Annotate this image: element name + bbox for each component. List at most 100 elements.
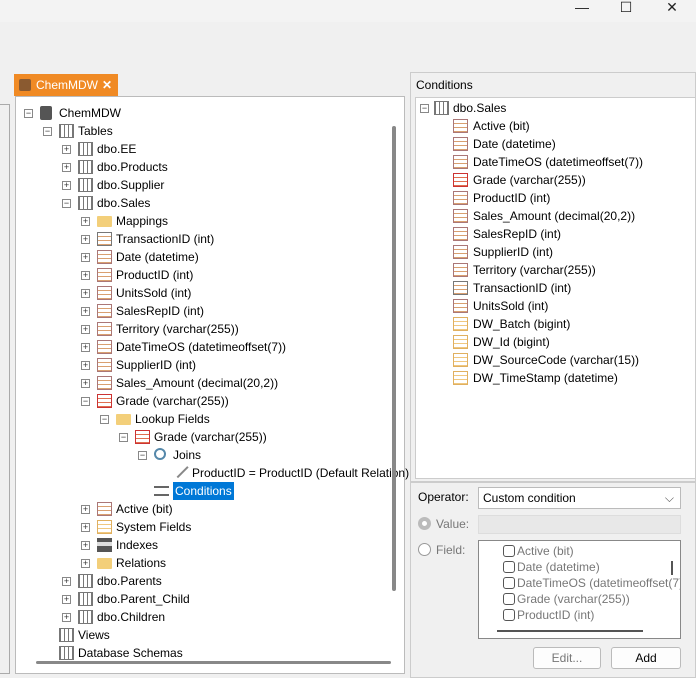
tree-item[interactable]: + dbo.Supplier xyxy=(16,176,404,194)
minimize-button[interactable]: — xyxy=(562,0,602,14)
expand-icon[interactable]: + xyxy=(81,343,90,352)
expand-icon[interactable]: + xyxy=(62,163,71,172)
tree-item[interactable]: − Grade (varchar(255)) xyxy=(16,428,404,446)
field-option[interactable]: Date (datetime) xyxy=(503,559,600,575)
expand-icon[interactable]: + xyxy=(81,289,90,298)
expand-icon[interactable]: + xyxy=(81,541,90,550)
collapse-icon[interactable]: − xyxy=(100,415,109,424)
tree-item[interactable]: Database Schemas xyxy=(16,644,404,662)
tree-item[interactable]: + SalesRepID (int) xyxy=(16,302,404,320)
checkbox[interactable] xyxy=(503,577,515,589)
expand-icon[interactable]: + xyxy=(81,307,90,316)
field-item[interactable]: UnitsSold (int) xyxy=(416,297,686,315)
tree-item[interactable]: − Joins xyxy=(16,446,404,464)
collapse-icon[interactable]: − xyxy=(138,451,147,460)
tree-item[interactable]: + dbo.Parent_Child xyxy=(16,590,404,608)
field-item[interactable]: DW_SourceCode (varchar(15)) xyxy=(416,351,686,369)
tree-item[interactable]: + SupplierID (int) xyxy=(16,356,404,374)
collapse-icon[interactable]: − xyxy=(62,199,71,208)
field-item[interactable]: Date (datetime) xyxy=(416,135,686,153)
field-option[interactable]: Grade (varchar(255)) xyxy=(503,591,630,607)
tree-item[interactable]: + dbo.Parents xyxy=(16,572,404,590)
field-item[interactable]: SalesRepID (int) xyxy=(416,225,686,243)
tab-chemmdw[interactable]: ChemMDW ✕ xyxy=(14,74,118,96)
tree-item[interactable]: + dbo.Children xyxy=(16,608,404,626)
tree-item[interactable]: − Grade (varchar(255)) xyxy=(16,392,404,410)
expand-icon[interactable]: + xyxy=(62,181,71,190)
field-option[interactable]: Active (bit) xyxy=(503,543,574,559)
tab-close-icon[interactable]: ✕ xyxy=(102,74,112,96)
expand-icon[interactable]: + xyxy=(62,577,71,586)
field-list[interactable]: Active (bit) Date (datetime) DateTimeOS (d… xyxy=(478,540,681,639)
expand-icon[interactable]: + xyxy=(81,379,90,388)
field-radio[interactable] xyxy=(418,543,431,556)
checkbox[interactable] xyxy=(503,545,515,557)
collapse-icon[interactable]: − xyxy=(81,397,90,406)
field-item[interactable]: Sales_Amount (decimal(20,2)) xyxy=(416,207,686,225)
expand-icon[interactable]: + xyxy=(81,325,90,334)
tree-item[interactable]: + Date (datetime) xyxy=(16,248,404,266)
collapse-icon[interactable]: − xyxy=(119,433,128,442)
tree-item[interactable]: + Mappings xyxy=(16,212,404,230)
expand-icon[interactable]: + xyxy=(81,523,90,532)
field-item[interactable]: Territory (varchar(255)) xyxy=(416,261,686,279)
tree-item-root[interactable]: − dbo.Sales xyxy=(416,99,686,117)
tree-item[interactable]: + System Fields xyxy=(16,518,404,536)
field-item[interactable]: Active (bit) xyxy=(416,117,686,135)
collapse-icon[interactable]: − xyxy=(43,127,52,136)
value-input[interactable] xyxy=(478,515,681,534)
expand-icon[interactable]: + xyxy=(62,613,71,622)
expand-icon[interactable]: + xyxy=(81,271,90,280)
field-item[interactable]: TransactionID (int) xyxy=(416,279,686,297)
add-button[interactable]: Add xyxy=(611,647,681,669)
tree-item[interactable]: Views xyxy=(16,626,404,644)
tree-item[interactable]: + Territory (varchar(255)) xyxy=(16,320,404,338)
edit-button[interactable]: Edit... xyxy=(533,647,601,669)
tree-item[interactable]: + Sales_Amount (decimal(20,2)) xyxy=(16,374,404,392)
tree-item[interactable]: − Lookup Fields xyxy=(16,410,404,428)
field-item[interactable]: ProductID (int) xyxy=(416,189,686,207)
tree-item[interactable]: + Active (bit) xyxy=(16,500,404,518)
field-item[interactable]: DW_Batch (bigint) xyxy=(416,315,686,333)
checkbox[interactable] xyxy=(503,609,515,621)
checkbox[interactable] xyxy=(503,593,515,605)
expand-icon[interactable]: + xyxy=(81,235,90,244)
field-option[interactable]: ProductID (int) xyxy=(503,607,594,623)
tree-item[interactable]: Conditions xyxy=(16,482,404,500)
checkbox[interactable] xyxy=(503,561,515,573)
collapse-icon[interactable]: − xyxy=(420,104,429,113)
tree-item[interactable]: + dbo.EE xyxy=(16,140,404,158)
operator-select[interactable]: Custom condition ⌵ xyxy=(478,487,681,509)
tree-item[interactable]: ProductID = ProductID (Default Relation) xyxy=(16,461,409,482)
expand-icon[interactable]: + xyxy=(81,505,90,514)
field-item[interactable]: Grade (varchar(255)) xyxy=(416,171,686,189)
field-item[interactable]: DateTimeOS (datetimeoffset(7)) xyxy=(416,153,686,171)
expand-icon[interactable]: + xyxy=(62,145,71,154)
tree-item[interactable]: + UnitsSold (int) xyxy=(16,284,404,302)
field-list-vscroll[interactable] xyxy=(671,561,673,575)
maximize-button[interactable]: ☐ xyxy=(606,0,646,14)
tree-item[interactable]: + dbo.Products xyxy=(16,158,404,176)
value-radio[interactable] xyxy=(418,517,431,530)
expand-icon[interactable]: + xyxy=(81,217,90,226)
field-option[interactable]: DateTimeOS (datetimeoffset(7)) xyxy=(503,575,680,591)
tree-vertical-scrollbar[interactable] xyxy=(392,126,396,591)
expand-icon[interactable]: + xyxy=(62,595,71,604)
expand-icon[interactable]: + xyxy=(81,361,90,370)
expand-icon[interactable]: + xyxy=(81,253,90,262)
tree-item[interactable]: + Relations xyxy=(16,554,404,572)
tree-item[interactable]: + Indexes xyxy=(16,536,404,554)
tree-item[interactable]: − ChemMDW xyxy=(16,104,404,122)
tree-item[interactable]: − Tables xyxy=(16,122,404,140)
tree-item[interactable]: + DateTimeOS (datetimeoffset(7)) xyxy=(16,338,404,356)
collapse-icon[interactable]: − xyxy=(24,109,33,118)
field-item[interactable]: SupplierID (int) xyxy=(416,243,686,261)
tree-item[interactable]: − dbo.Sales xyxy=(16,194,404,212)
field-item[interactable]: DW_Id (bigint) xyxy=(416,333,686,351)
close-window-button[interactable]: ✕ xyxy=(652,0,692,14)
tree-item[interactable]: + ProductID (int) xyxy=(16,266,404,284)
tree-horizontal-scrollbar[interactable] xyxy=(36,661,391,664)
tree-item[interactable]: + TransactionID (int) xyxy=(16,230,404,248)
field-list-hscroll[interactable] xyxy=(497,630,643,632)
field-item[interactable]: DW_TimeStamp (datetime) xyxy=(416,369,686,387)
